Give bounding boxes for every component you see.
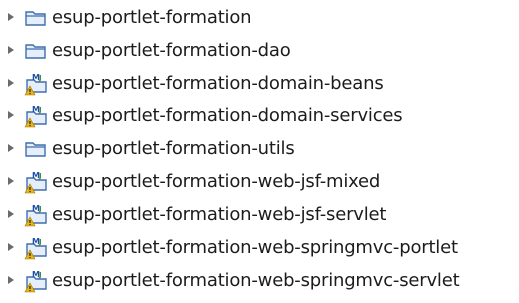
maven-project-warning-icon: M J [23,236,49,260]
expand-arrow-icon[interactable] [8,243,14,251]
expand-arrow-icon[interactable] [8,144,14,152]
svg-text:J: J [38,205,42,213]
expand-arrow-icon[interactable] [8,79,14,87]
tree-item-esup-portlet-formation-web-jsf-mixed[interactable]: M J esup-portlet-formation-web-jsf-mixed [0,167,519,197]
tree-item-label: esup-portlet-formation-web-jsf-mixed [52,171,381,192]
expand-arrow-icon[interactable] [8,13,14,21]
expand-arrow-icon[interactable] [8,46,14,54]
project-explorer-tree: esup-portlet-formation esup-portlet-form… [0,0,519,303]
tree-item-esup-portlet-formation-domain-beans[interactable]: M J esup-portlet-formation-domain-beans [0,69,519,99]
tree-item-esup-portlet-formation-web-springmvc-portlet[interactable]: M J esup-portlet-formation-web-springmvc… [0,233,519,263]
expand-arrow-icon[interactable] [8,210,14,218]
expand-arrow-icon[interactable] [8,276,14,284]
tree-item-label: esup-portlet-formation-domain-services [52,105,403,126]
tree-item-esup-portlet-formation-web-springmvc-servlet[interactable]: M J esup-portlet-formation-web-springmvc… [0,266,519,296]
maven-project-warning-icon: M J [23,72,49,96]
tree-item-label: esup-portlet-formation-web-springmvc-por… [52,237,458,258]
tree-item-label: esup-portlet-formation-dao [52,40,291,61]
expand-arrow-icon[interactable] [8,177,14,185]
svg-text:J: J [38,172,42,180]
svg-text:J: J [38,238,42,246]
tree-item-esup-portlet-formation[interactable]: esup-portlet-formation [0,3,519,33]
expand-arrow-icon[interactable] [8,111,14,119]
svg-text:J: J [38,271,42,279]
svg-text:J: J [38,106,42,114]
tree-item-esup-portlet-formation-domain-services[interactable]: M J esup-portlet-formation-domain-servic… [0,101,519,131]
tree-item-esup-portlet-formation-utils[interactable]: esup-portlet-formation-utils [0,134,519,164]
maven-project-warning-icon: M J [23,269,49,293]
folder-icon [23,137,49,161]
maven-project-warning-icon: M J [23,170,49,194]
tree-item-esup-portlet-formation-dao[interactable]: esup-portlet-formation-dao [0,36,519,66]
tree-item-label: esup-portlet-formation-web-jsf-servlet [52,204,387,225]
maven-project-warning-icon: M J [23,203,49,227]
tree-item-esup-portlet-formation-web-jsf-servlet[interactable]: M J esup-portlet-formation-web-jsf-servl… [0,200,519,230]
folder-icon [23,6,49,30]
folder-icon [23,39,49,63]
tree-item-label: esup-portlet-formation-domain-beans [52,73,384,94]
maven-project-warning-icon: M J [23,104,49,128]
tree-item-label: esup-portlet-formation [52,7,252,28]
tree-item-label: esup-portlet-formation-utils [52,138,295,159]
tree-item-label: esup-portlet-formation-web-springmvc-ser… [52,270,460,291]
svg-text:J: J [38,74,42,82]
